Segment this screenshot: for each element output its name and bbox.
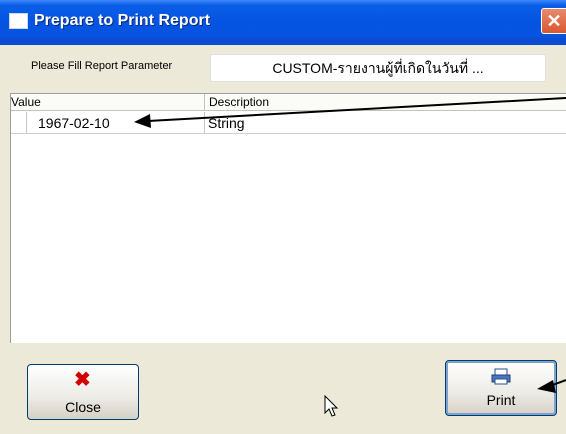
annotation-arrow-value: [147, 97, 566, 122]
annotation-arrows: [134, 97, 566, 393]
prepare-print-dialog: Prepare to Print Report ✕ Please Fill Re…: [0, 0, 566, 434]
annotation-arrowhead-value: [134, 114, 151, 128]
annotation-arrowhead-print: [537, 380, 556, 393]
